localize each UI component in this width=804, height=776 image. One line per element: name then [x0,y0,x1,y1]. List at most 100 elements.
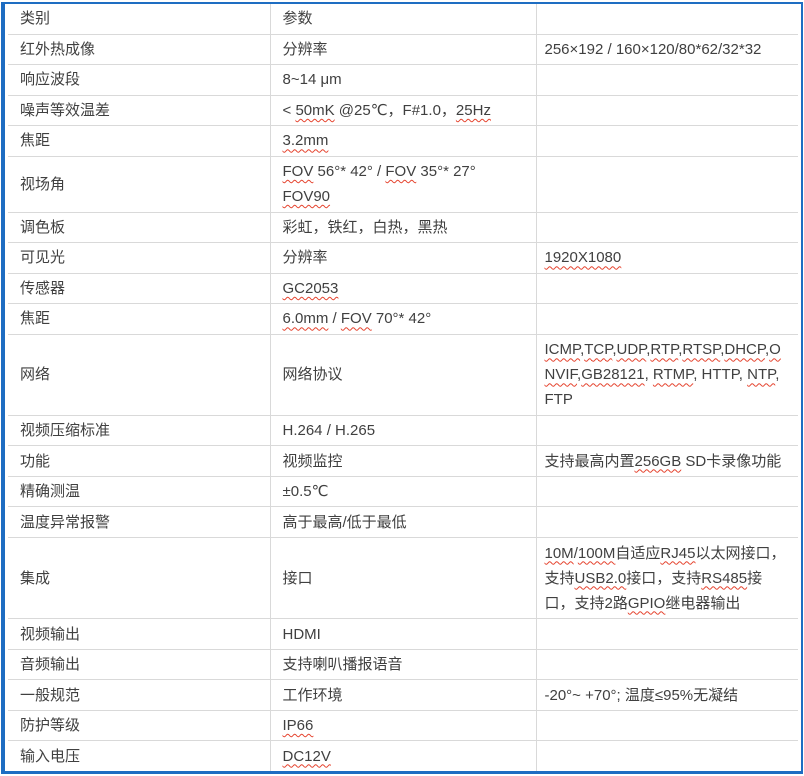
cell-text: 分辨率 [283,41,328,58]
table-row: 一般规范工作环境-20°~ +70°; 温度≤95%无凝结 [8,680,798,711]
misspelled-text: GB28121 [581,366,644,383]
value-cell: 支持最高内置256GB SD卡录像功能 [536,446,798,477]
table-row: 集成接口10M/100M自适应RJ45以太网接口，支持USB2.0接口，支持RS… [8,538,798,619]
misspelled-text: 3.2mm [283,132,329,149]
cell-text: 温度异常报警 [20,514,110,531]
cell-text: 网络 [20,366,50,383]
cell-text: 参数 [283,10,313,27]
parameter-cell: 网络协议 [270,334,536,415]
category-cell: 精确测温 [8,476,270,507]
table-row: 焦距 3.2mm [8,126,798,157]
table-row: 响应波段 8~14 μm [8,65,798,96]
category-cell: 响应波段 [8,65,270,96]
cell-text: 接口，支持 [626,570,701,587]
cell-text: 音频输出 [20,656,80,673]
cell-text: 8~14 μm [283,71,342,88]
cell-text: 视场角 [20,176,65,193]
misspelled-text: RTMP [653,366,693,383]
parameter-cell: < 50mK @25℃，F#1.0，25Hz [270,95,536,126]
misspelled-text: RTP [650,341,678,358]
misspelled-text: NTP [747,366,775,383]
category-cell: 视频压缩标准 [8,415,270,446]
table-row: 类别参数 [8,4,798,34]
category-cell: 焦距 [8,304,270,335]
value-cell [536,710,798,741]
category-cell: 视频输出 [8,619,270,650]
cell-text: 焦距 [20,132,50,149]
category-cell: 防护等级 [8,710,270,741]
table-row: 噪声等效温差< 50mK @25℃，F#1.0，25Hz [8,95,798,126]
value-cell [536,156,798,212]
misspelled-text: FOV [341,310,372,327]
spec-table: 类别参数红外热成像分辨率256×192 / 160×120/80*62/32*3… [8,4,798,771]
value-cell [536,741,798,771]
spec-table-container: 类别参数红外热成像分辨率256×192 / 160×120/80*62/32*3… [1,2,803,774]
table-row: 温度异常报警 高于最高/低于最低 [8,507,798,538]
value-cell [536,304,798,335]
cell-text: 继电器输出 [665,595,740,612]
table-row: 调色板彩虹，铁红，白热，黑热 [8,212,798,243]
category-cell: 温度异常报警 [8,507,270,538]
cell-text: 接口 [283,570,313,587]
table-row: 网络 网络协议 ICMP,TCP,UDP,RTP,RTSP,DHCP,ONVIF,G… [8,334,798,415]
cell-text: 精确测温 [20,483,80,500]
misspelled-text: DC12V [283,748,331,765]
cell-text: 集成 [20,570,50,587]
category-cell: 可见光 [8,243,270,274]
value-cell [536,4,798,34]
cell-text: HDMI [283,626,321,643]
parameter-cell: 高于最高/低于最低 [270,507,536,538]
value-cell [536,65,798,96]
cell-text: 256×192 / 160×120/80*62/32*32 [545,41,762,58]
misspelled-text: 256GB [635,453,682,470]
table-row: 红外热成像分辨率256×192 / 160×120/80*62/32*32 [8,34,798,65]
category-cell: 调色板 [8,212,270,243]
category-cell: 视场角 [8,156,270,212]
cell-text: 35°* 27° [416,163,476,180]
parameter-cell: FOV 56°* 42° / FOV 35°* 27° FOV90 [270,156,536,212]
category-cell: 一般规范 [8,680,270,711]
cell-text: 焦距 [20,310,50,327]
table-row: 音频输出 支持喇叭播报语音 [8,649,798,680]
cell-text: 56°* 42° / [313,163,385,180]
cell-text: 调色板 [20,219,65,236]
category-cell: 噪声等效温差 [8,95,270,126]
parameter-cell: DC12V [270,741,536,771]
misspelled-text: USB2.0 [575,570,627,587]
cell-text: 视频监控 [283,453,343,470]
cell-text: 响应波段 [20,71,80,88]
value-cell [536,476,798,507]
parameter-cell: 6.0mm / FOV 70°* 42° [270,304,536,335]
cell-text: SD卡录像功能 [681,453,781,470]
misspelled-text: UDP [617,341,647,358]
category-cell: 输入电压 [8,741,270,771]
table-row: 输入电压 DC12V [8,741,798,771]
spec-table-body: 类别参数红外热成像分辨率256×192 / 160×120/80*62/32*3… [8,4,798,771]
value-cell: 256×192 / 160×120/80*62/32*32 [536,34,798,65]
misspelled-text: IP66 [283,717,314,734]
category-cell: 音频输出 [8,649,270,680]
misspelled-text: 25Hz [456,102,491,119]
table-row: 传感器GC2053 [8,273,798,304]
cell-text: H.264 / H.265 [283,422,376,439]
misspelled-text: GPIO [628,595,666,612]
misspelled-text: DHCP [724,341,765,358]
table-row: 视频输出 HDMI [8,619,798,650]
table-row: 可见光分辨率 1920X1080 [8,243,798,274]
cell-text: / [328,310,341,327]
cell-text: < [283,102,296,119]
parameter-cell: 分辨率 [270,243,536,274]
category-cell: 网络 [8,334,270,415]
category-cell: 功能 [8,446,270,477]
misspelled-text: 10M [545,545,574,562]
cell-text: 70°* 42° [372,310,432,327]
table-row: 精确测温±0.5℃ [8,476,798,507]
misspelled-text: 6.0mm [283,310,329,327]
table-row: 功能视频监控 支持最高内置256GB SD卡录像功能 [8,446,798,477]
parameter-cell: 支持喇叭播报语音 [270,649,536,680]
table-row: 焦距 6.0mm / FOV 70°* 42° [8,304,798,335]
misspelled-text: 1920X1080 [545,249,622,266]
value-cell: ICMP,TCP,UDP,RTP,RTSP,DHCP,ONVIF,GB28121… [536,334,798,415]
misspelled-text: RJ45 [660,545,695,562]
cell-text: 网络协议 [283,366,343,383]
